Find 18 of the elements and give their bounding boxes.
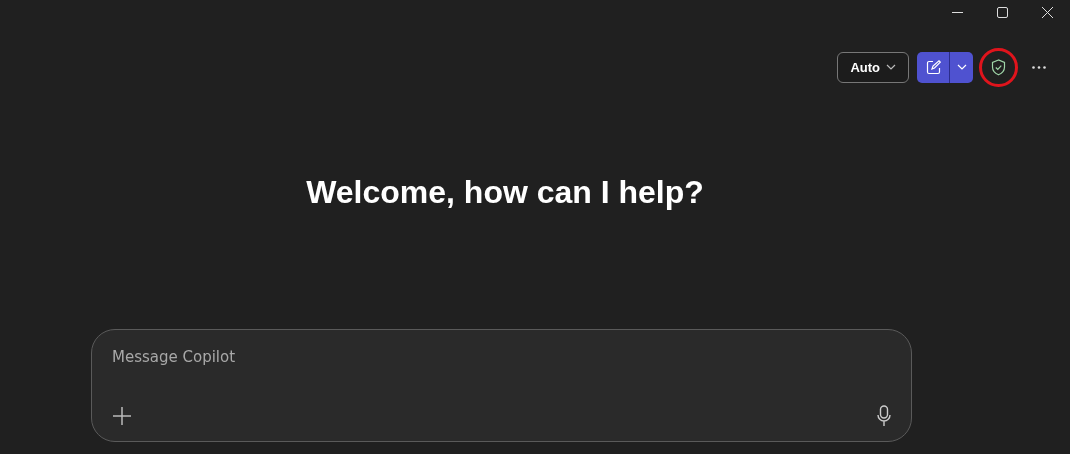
shield-check-icon xyxy=(991,58,1006,76)
new-chat-button[interactable] xyxy=(917,51,950,83)
new-chat-dropdown-button[interactable] xyxy=(950,51,973,83)
microphone-button[interactable] xyxy=(877,405,891,427)
close-icon xyxy=(1042,7,1053,18)
plus-icon xyxy=(112,406,132,426)
welcome-heading: Welcome, how can I help? xyxy=(306,173,704,211)
microphone-icon xyxy=(877,405,891,427)
add-button[interactable] xyxy=(112,406,132,426)
mode-dropdown[interactable]: Auto xyxy=(837,51,909,83)
chevron-down-icon xyxy=(956,64,967,70)
compose-icon xyxy=(925,59,941,75)
chevron-down-icon xyxy=(886,64,896,70)
shield-button[interactable] xyxy=(979,47,1018,87)
maximize-icon xyxy=(997,7,1008,18)
more-icon xyxy=(1032,65,1046,69)
message-input[interactable]: Message Copilot xyxy=(112,348,452,366)
minimize-icon xyxy=(952,11,963,14)
